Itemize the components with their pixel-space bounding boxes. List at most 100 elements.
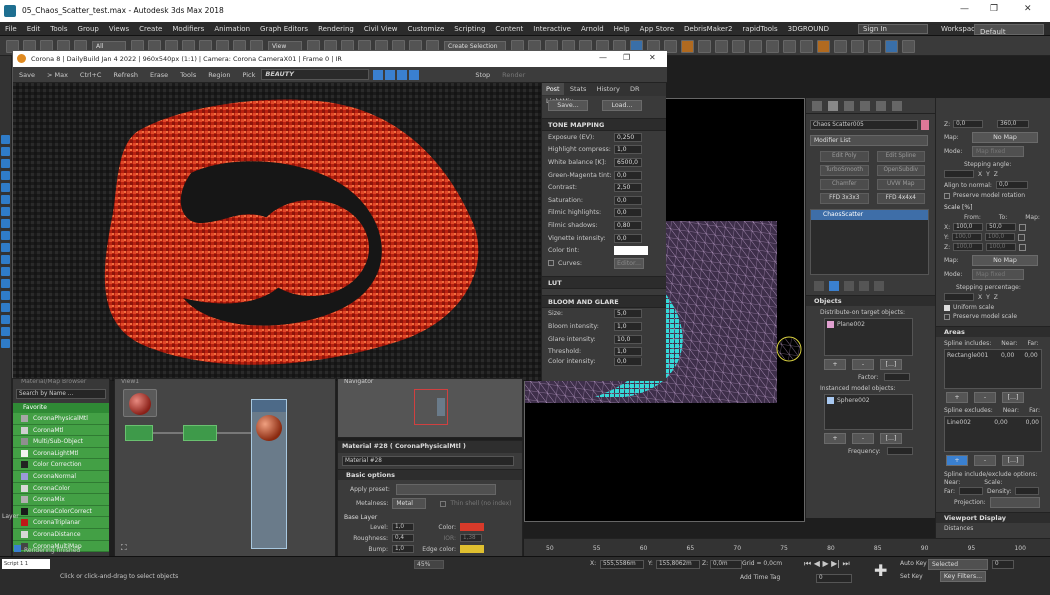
contrast-field[interactable]: 2,50: [614, 183, 642, 193]
scale-x-from-field[interactable]: 100,0: [953, 223, 984, 231]
add-exclude-button[interactable]: +: [946, 455, 968, 466]
create-tab-icon[interactable]: [812, 100, 822, 111]
corona-light-lister-icon[interactable]: [834, 39, 847, 53]
playback-controls[interactable]: ⏮ ◀ ▶ ▶| ⏭: [804, 559, 850, 569]
vfb-close-icon[interactable]: ✕: [649, 53, 656, 62]
unhide-icon[interactable]: [1, 339, 10, 348]
frequency-field[interactable]: [886, 447, 913, 455]
menu-graph-editors[interactable]: Graph Editors: [255, 22, 313, 36]
include-item[interactable]: Rectangle001 0,00 0,00: [947, 352, 1039, 359]
key-mode-icon[interactable]: ✚: [874, 561, 887, 580]
add-instanced-button[interactable]: +: [824, 433, 846, 444]
modify-tab-icon[interactable]: [828, 100, 838, 111]
bloom-glare-header[interactable]: BLOOM AND GLARE: [542, 294, 666, 308]
scale-x-to-field[interactable]: 50,0: [986, 223, 1017, 231]
render-iterative-icon[interactable]: [715, 39, 728, 53]
material-item[interactable]: CoronaColorCorrect: [13, 505, 109, 518]
tab-post[interactable]: Post: [542, 83, 564, 95]
vfb-minimize-icon[interactable]: —: [599, 53, 607, 62]
create-geometry-icon[interactable]: [1, 135, 10, 144]
timeline[interactable]: 50 55 60 65 70 75 80 85 90 95 100: [524, 538, 1050, 556]
menu-interactive[interactable]: Interactive: [528, 22, 576, 36]
corona-converter-icon[interactable]: [851, 39, 864, 53]
far-field[interactable]: [958, 487, 983, 495]
utilities-tab-icon[interactable]: [892, 100, 902, 111]
rotation-map-button[interactable]: No Map: [972, 132, 1038, 143]
pick-include-button[interactable]: [...]: [1002, 392, 1024, 403]
menu-file[interactable]: File: [0, 22, 22, 36]
lut-header[interactable]: LUT: [542, 275, 666, 289]
layer-explorer-icon[interactable]: [1, 231, 10, 240]
material-item[interactable]: CoronaPhysicalMtl: [13, 413, 109, 425]
vfb-pick-button[interactable]: Pick: [236, 67, 261, 83]
stepping-angle-field[interactable]: [944, 170, 974, 178]
viewport-config-icon[interactable]: [1, 291, 10, 300]
slate-navigator[interactable]: Navigator: [337, 378, 523, 438]
zoom-fit-icon[interactable]: [397, 69, 408, 80]
remove-include-button[interactable]: -: [974, 392, 996, 403]
remove-modifier-icon[interactable]: [859, 281, 869, 291]
isolate-icon[interactable]: [1, 303, 10, 312]
slate-node-view[interactable]: View1 ⛶: [114, 378, 336, 558]
menu-app-store[interactable]: App Store: [635, 22, 679, 36]
basic-options-header[interactable]: Basic options: [338, 469, 522, 480]
highlight-compress-field[interactable]: 1,0: [614, 145, 642, 155]
frame-counter-field[interactable]: 0: [992, 560, 1014, 569]
menu-help[interactable]: Help: [609, 22, 635, 36]
configure-modifier-sets-icon[interactable]: [874, 281, 884, 291]
vfb-render-button[interactable]: Render: [496, 67, 531, 83]
menu-create[interactable]: Create: [134, 22, 167, 36]
viewport-display-header[interactable]: Viewport Display: [936, 512, 1050, 523]
motion-icon[interactable]: [1, 279, 10, 288]
pin-stack-icon[interactable]: [814, 281, 824, 291]
corona-re-icon[interactable]: [885, 39, 898, 53]
scale-y-from-field[interactable]: 100,0: [951, 233, 982, 241]
minimize-icon[interactable]: —: [960, 4, 969, 14]
vfb-erase-button[interactable]: Erase: [144, 67, 174, 83]
glare-intensity-field[interactable]: 10,0: [614, 334, 642, 344]
base-color-swatch[interactable]: [460, 523, 484, 531]
ffd-4x4x4-button[interactable]: FFD 4x4x4: [876, 193, 925, 204]
filmic-shadows-field[interactable]: 0,80: [614, 220, 642, 230]
maxscript-listener[interactable]: Script 1 1: [2, 559, 50, 569]
add-include-button[interactable]: +: [946, 392, 968, 403]
projection-dropdown[interactable]: [989, 497, 1040, 508]
key-selection-dropdown[interactable]: Selected: [928, 559, 988, 570]
bump-field[interactable]: 1,0: [392, 545, 414, 553]
vfb-channel-dropdown[interactable]: BEAUTY: [261, 69, 370, 80]
instanced-item[interactable]: Sphere002: [825, 395, 912, 406]
post-save-button[interactable]: Save...: [548, 100, 588, 111]
auto-key-button[interactable]: Auto Key: [900, 560, 927, 567]
scale-x-map-checkbox[interactable]: [1019, 223, 1027, 231]
areas-rollout-header[interactable]: Areas: [936, 326, 1050, 337]
coord-z-field[interactable]: 0,0m: [710, 560, 742, 569]
coord-y-field[interactable]: 155,8062m: [656, 560, 700, 569]
utilities-icon[interactable]: [1, 255, 10, 264]
hide-icon[interactable]: [1, 327, 10, 336]
hierarchy-tab-icon[interactable]: [844, 100, 854, 111]
vfb-stop-button[interactable]: Stop: [469, 67, 496, 83]
modifier-list-dropdown[interactable]: Modifier List: [810, 135, 928, 146]
material-item[interactable]: Multi/Sub-Object: [13, 436, 109, 448]
display-icon[interactable]: [1, 243, 10, 252]
add-distribute-button[interactable]: +: [824, 359, 846, 370]
render-region-icon[interactable]: [749, 39, 762, 53]
material-name-field[interactable]: Material #28: [342, 456, 514, 466]
exclude-item[interactable]: Line002 0,00 0,00: [947, 419, 1039, 426]
vfb-maximize-icon[interactable]: ❐: [623, 53, 630, 62]
objects-rollout-header[interactable]: Objects: [806, 295, 935, 306]
binoculars-icon[interactable]: ⛶: [121, 543, 127, 553]
spline-excludes-list[interactable]: Line002 0,00 0,00: [944, 416, 1042, 452]
scale-y-map-checkbox[interactable]: [1017, 233, 1025, 241]
favorite-group[interactable]: Favorite: [13, 403, 109, 413]
opensubdiv-button[interactable]: OpenSubdiv: [876, 165, 925, 176]
make-unique-icon[interactable]: [844, 281, 854, 291]
menu-civil-view[interactable]: Civil View: [359, 22, 403, 36]
roughness-field[interactable]: 0,4: [392, 534, 414, 542]
curves-checkbox[interactable]: [548, 260, 554, 267]
align-field[interactable]: 0,0: [995, 181, 1028, 189]
rot-z-to-field[interactable]: 360,0: [997, 120, 1030, 128]
spline-includes-list[interactable]: Rectangle001 0,00 0,00: [944, 349, 1042, 389]
corona-vfb-window[interactable]: Corona 8 | DailyBuild Jan 4 2022 | 960x5…: [12, 50, 667, 381]
modifier-stack[interactable]: ChaosScatter: [810, 209, 929, 275]
